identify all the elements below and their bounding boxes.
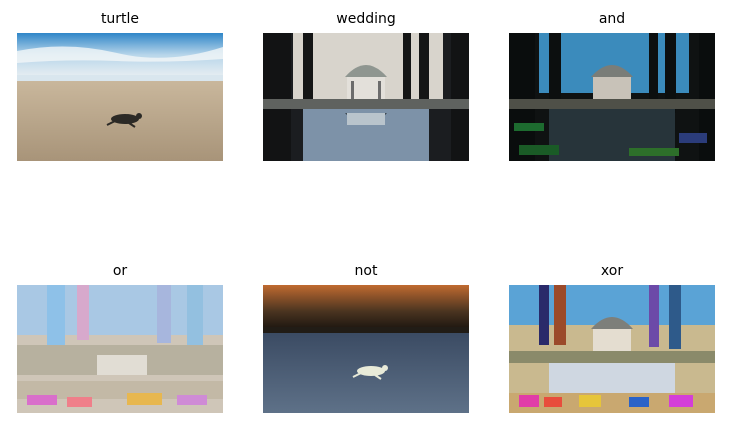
panel-xor: xor (509, 263, 715, 413)
panel-title: turtle (100, 11, 140, 27)
panel-title: or (112, 263, 128, 279)
panel-turtle: turtle (17, 11, 223, 161)
panel-title: and (598, 11, 626, 27)
panel-or: or (17, 263, 223, 413)
wedding-image (263, 33, 469, 161)
panel-wedding: wedding (263, 11, 469, 161)
and-image (509, 33, 715, 161)
panel-title: not (354, 263, 378, 279)
not-image (263, 285, 469, 413)
panel-title: wedding (336, 11, 396, 27)
turtle-image (17, 33, 223, 161)
panel-and: and (509, 11, 715, 161)
or-image (17, 285, 223, 413)
panel-not: not (263, 263, 469, 413)
panel-title: xor (600, 263, 624, 279)
xor-image (509, 285, 715, 413)
